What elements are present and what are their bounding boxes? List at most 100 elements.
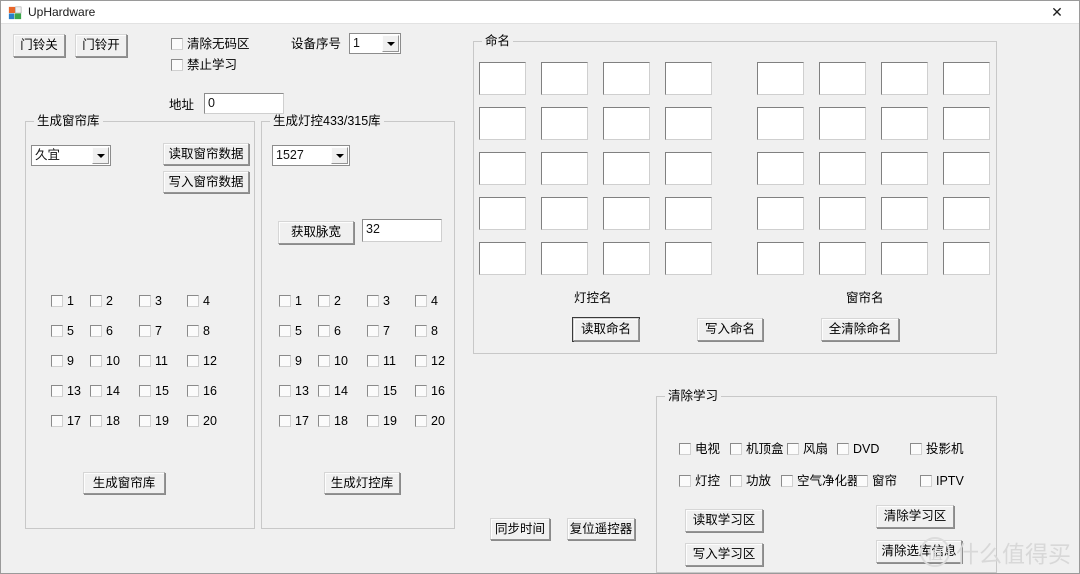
clear-learning-checkbox-投影机[interactable]: 投影机 [910,442,964,456]
curtain-checkbox-4[interactable]: 4 [187,294,210,308]
curtain-name-input-14[interactable] [819,197,866,230]
light-chip-select[interactable]: 1527 [272,145,350,166]
light-checkbox-19[interactable]: 19 [367,414,397,428]
curtain-name-input-15[interactable] [881,197,928,230]
doorbell-on-button[interactable]: 门铃开 [75,34,127,57]
light-name-input-12[interactable] [665,152,712,185]
clear-learning-checkbox-风扇[interactable]: 风扇 [787,442,828,456]
curtain-checkbox-16[interactable]: 16 [187,384,217,398]
curtain-checkbox-13[interactable]: 13 [51,384,81,398]
curtain-checkbox-10[interactable]: 10 [90,354,120,368]
clear-learning-checkbox-IPTV[interactable]: IPTV [920,474,964,488]
curtain-checkbox-19[interactable]: 19 [139,414,169,428]
curtain-name-input-16[interactable] [943,197,990,230]
curtain-checkbox-15[interactable]: 15 [139,384,169,398]
light-checkbox-3[interactable]: 3 [367,294,390,308]
sync-time-button[interactable]: 同步时间 [490,518,550,540]
clear-learning-checkbox-DVD[interactable]: DVD [837,442,879,456]
light-name-input-11[interactable] [603,152,650,185]
light-name-input-10[interactable] [541,152,588,185]
light-name-input-13[interactable] [479,197,526,230]
generate-light-library-button[interactable]: 生成灯控库 [324,472,400,494]
light-checkbox-10[interactable]: 10 [318,354,348,368]
light-checkbox-5[interactable]: 5 [279,324,302,338]
get-pulse-width-button[interactable]: 获取脉宽 [278,221,354,244]
write-naming-button[interactable]: 写入命名 [697,318,763,341]
light-checkbox-2[interactable]: 2 [318,294,341,308]
clear-learning-checkbox-灯控[interactable]: 灯控 [679,474,720,488]
curtain-checkbox-14[interactable]: 14 [90,384,120,398]
curtain-checkbox-17[interactable]: 17 [51,414,81,428]
light-checkbox-1[interactable]: 1 [279,294,302,308]
light-name-input-17[interactable] [479,242,526,275]
curtain-name-input-8[interactable] [943,107,990,140]
clear-all-naming-button[interactable]: 全清除命名 [821,318,899,341]
write-curtain-data-button[interactable]: 写入窗帘数据 [163,171,249,193]
light-name-input-16[interactable] [665,197,712,230]
curtain-checkbox-9[interactable]: 9 [51,354,74,368]
curtain-checkbox-6[interactable]: 6 [90,324,113,338]
curtain-name-input-12[interactable] [943,152,990,185]
light-checkbox-20[interactable]: 20 [415,414,445,428]
light-name-input-15[interactable] [603,197,650,230]
light-checkbox-9[interactable]: 9 [279,354,302,368]
clear-learning-checkbox-空气净化器[interactable]: 空气净化器 [781,474,860,488]
curtain-name-input-6[interactable] [819,107,866,140]
curtain-name-input-4[interactable] [943,62,990,95]
close-button[interactable]: ✕ [1035,1,1079,23]
curtain-name-input-7[interactable] [881,107,928,140]
light-name-input-18[interactable] [541,242,588,275]
curtain-checkbox-8[interactable]: 8 [187,324,210,338]
curtain-checkbox-1[interactable]: 1 [51,294,74,308]
chevron-down-icon[interactable] [92,147,109,164]
chevron-down-icon[interactable] [331,147,348,164]
doorbell-off-button[interactable]: 门铃关 [13,34,65,57]
curtain-checkbox-18[interactable]: 18 [90,414,120,428]
curtain-name-input-19[interactable] [881,242,928,275]
light-checkbox-18[interactable]: 18 [318,414,348,428]
clear-learning-checkbox-机顶盒[interactable]: 机顶盒 [730,442,784,456]
curtain-name-input-18[interactable] [819,242,866,275]
light-name-input-19[interactable] [603,242,650,275]
curtain-name-input-17[interactable] [757,242,804,275]
curtain-name-input-9[interactable] [757,152,804,185]
curtain-checkbox-20[interactable]: 20 [187,414,217,428]
light-name-input-8[interactable] [665,107,712,140]
light-checkbox-13[interactable]: 13 [279,384,309,398]
light-checkbox-16[interactable]: 16 [415,384,445,398]
read-naming-button[interactable]: 读取命名 [573,318,639,341]
read-curtain-data-button[interactable]: 读取窗帘数据 [163,143,249,165]
checkbox-clear-nocode[interactable]: 清除无码区 [171,37,250,51]
clear-learning-checkbox-电视[interactable]: 电视 [679,442,720,456]
light-checkbox-14[interactable]: 14 [318,384,348,398]
curtain-name-input-2[interactable] [819,62,866,95]
light-checkbox-11[interactable]: 11 [367,354,396,368]
address-input[interactable]: 0 [204,93,284,114]
curtain-checkbox-11[interactable]: 11 [139,354,168,368]
curtain-name-input-11[interactable] [881,152,928,185]
read-learning-area-button[interactable]: 读取学习区 [685,509,763,532]
light-checkbox-17[interactable]: 17 [279,414,309,428]
curtain-brand-select[interactable]: 久宜 [31,145,111,166]
curtain-name-input-1[interactable] [757,62,804,95]
light-checkbox-6[interactable]: 6 [318,324,341,338]
curtain-name-input-13[interactable] [757,197,804,230]
light-name-input-5[interactable] [479,107,526,140]
light-checkbox-12[interactable]: 12 [415,354,445,368]
pulse-width-input[interactable]: 32 [362,219,442,242]
light-name-input-4[interactable] [665,62,712,95]
light-name-input-6[interactable] [541,107,588,140]
curtain-checkbox-2[interactable]: 2 [90,294,113,308]
light-name-input-1[interactable] [479,62,526,95]
clear-learning-checkbox-窗帘[interactable]: 窗帘 [856,474,897,488]
chevron-down-icon[interactable] [382,35,399,52]
light-name-input-14[interactable] [541,197,588,230]
light-checkbox-7[interactable]: 7 [367,324,390,338]
curtain-checkbox-3[interactable]: 3 [139,294,162,308]
light-checkbox-4[interactable]: 4 [415,294,438,308]
clear-learning-checkbox-功放[interactable]: 功放 [730,474,771,488]
curtain-checkbox-7[interactable]: 7 [139,324,162,338]
curtain-name-input-10[interactable] [819,152,866,185]
light-checkbox-15[interactable]: 15 [367,384,397,398]
curtain-name-input-20[interactable] [943,242,990,275]
